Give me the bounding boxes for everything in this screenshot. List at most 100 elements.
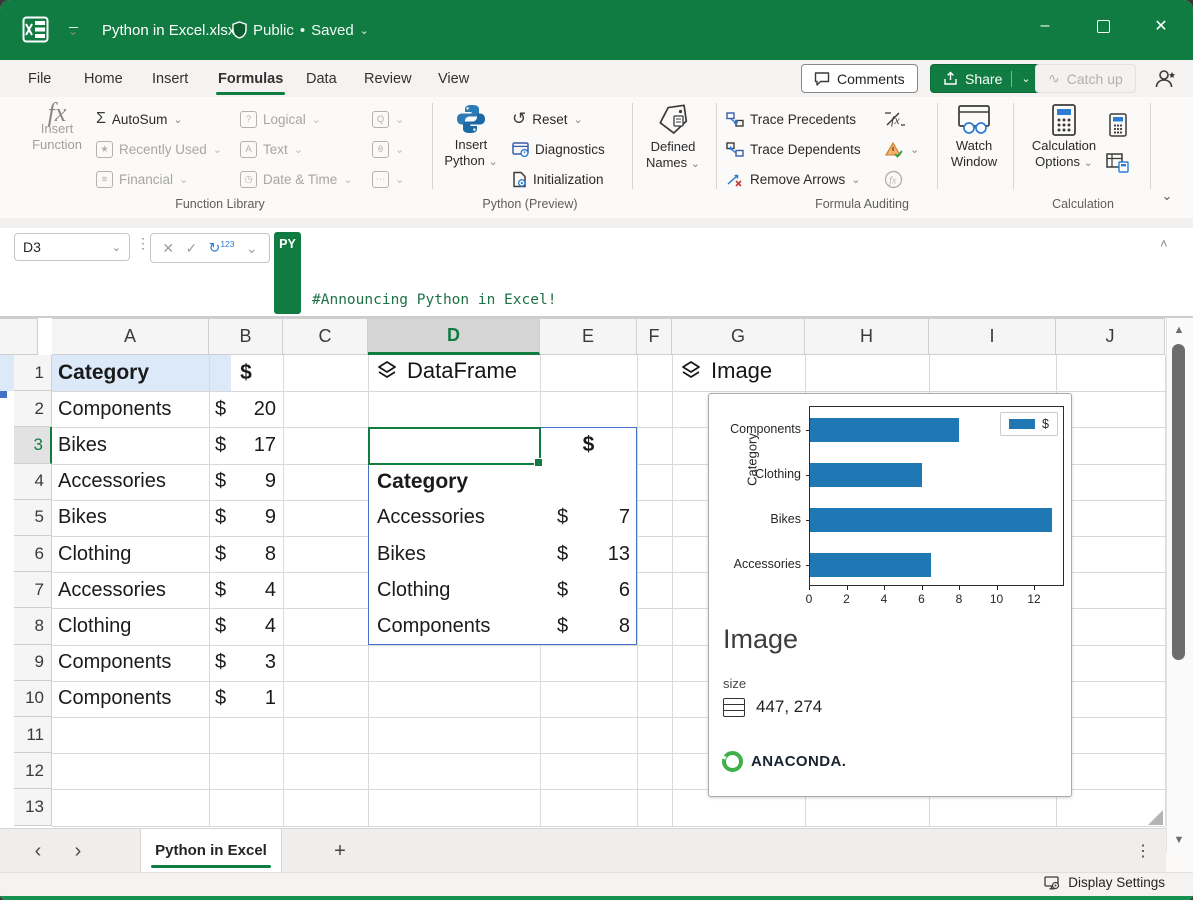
vertical-scrollbar[interactable]: ▲ ▼: [1166, 318, 1190, 852]
maximize-button[interactable]: [1080, 0, 1126, 52]
tab-file[interactable]: File: [24, 60, 55, 97]
share-button[interactable]: Share ⌄: [930, 64, 1044, 93]
image-cell-label[interactable]: Image: [680, 358, 772, 384]
reset-python-button[interactable]: ↺ Reset⌄: [512, 105, 583, 133]
diagnostics-button[interactable]: Diagnostics: [512, 135, 605, 163]
dataframe-col-header[interactable]: $: [540, 427, 637, 463]
close-button[interactable]: ✕: [1138, 0, 1184, 52]
autosum-button[interactable]: Σ AutoSum⌄: [96, 105, 183, 133]
show-formulas-button[interactable]: fx: [884, 105, 906, 133]
row-header-2[interactable]: 2: [14, 391, 52, 427]
remove-arrows-button[interactable]: Remove Arrows⌄: [726, 165, 861, 193]
minimize-button[interactable]: –: [1022, 0, 1068, 52]
row-header-5[interactable]: 5: [14, 500, 52, 536]
column-header-I[interactable]: I: [929, 318, 1056, 355]
chevron-down-icon[interactable]: ⌄: [246, 240, 258, 257]
row-header-7[interactable]: 7: [14, 572, 52, 608]
cell-B2-value[interactable]: 20: [230, 391, 276, 427]
name-box[interactable]: D3 ⌄: [14, 233, 130, 261]
column-header-E[interactable]: E: [540, 318, 637, 355]
dataframe-cell-label[interactable]: DataFrame: [376, 358, 517, 384]
scroll-down-arrow[interactable]: ▼: [1167, 830, 1191, 850]
cell-B5-value[interactable]: 9: [230, 500, 276, 536]
cell-A1[interactable]: Category: [58, 355, 203, 391]
scroll-up-arrow[interactable]: ▲: [1167, 320, 1191, 340]
cell-B1[interactable]: $: [209, 355, 283, 391]
cell-B3-value[interactable]: 17: [230, 427, 276, 463]
tab-insert[interactable]: Insert: [148, 60, 192, 97]
select-all-corner[interactable]: [0, 318, 38, 355]
column-header-D[interactable]: D: [368, 318, 540, 355]
cancel-icon[interactable]: ✕: [162, 240, 174, 257]
defined-names-button[interactable]: Defined ​Names ⌄: [642, 103, 704, 172]
active-cell-D3[interactable]: [368, 427, 541, 464]
range-corner-handle[interactable]: [0, 391, 7, 398]
tab-data[interactable]: Data: [302, 60, 341, 97]
cell-B7-value[interactable]: 4: [230, 572, 276, 608]
column-header-A[interactable]: A: [52, 318, 209, 355]
cell-A8[interactable]: Clothing: [58, 608, 203, 644]
collapse-formula-bar-chevron[interactable]: ˄: [1160, 236, 1168, 251]
row-header-10[interactable]: 10: [14, 681, 52, 717]
dataframe-row-components[interactable]: Components: [377, 608, 537, 644]
column-header-F[interactable]: F: [637, 318, 672, 355]
cell-A5[interactable]: Bikes: [58, 500, 203, 536]
row-header-8[interactable]: 8: [14, 608, 52, 644]
column-header-G[interactable]: G: [672, 318, 805, 355]
dataframe-row-accessories[interactable]: Accessories: [377, 500, 537, 536]
column-header-J[interactable]: J: [1056, 318, 1165, 355]
insert-python-button[interactable]: Insert ​Python ⌄: [440, 103, 502, 170]
add-sheet-button[interactable]: +: [325, 829, 355, 873]
cell-B6-value[interactable]: 8: [230, 536, 276, 572]
row-header-13[interactable]: 13: [14, 789, 52, 825]
display-settings-button[interactable]: Display Settings: [1044, 875, 1165, 890]
column-header-C[interactable]: C: [283, 318, 368, 355]
scrollbar-thumb[interactable]: [1172, 344, 1185, 660]
calculate-sheet-button[interactable]: [1106, 149, 1130, 177]
row-header-11[interactable]: 11: [14, 717, 52, 753]
cell-B10-value[interactable]: 1: [230, 681, 276, 717]
collapse-ribbon-chevron[interactable]: ⌄: [1152, 185, 1182, 207]
sensitivity-save-status[interactable]: Public • Saved ⌄: [232, 0, 369, 60]
fill-handle[interactable]: [534, 458, 543, 467]
calculate-now-button[interactable]: [1108, 111, 1128, 139]
comments-button[interactable]: Comments: [801, 64, 918, 93]
tab-view[interactable]: View: [434, 60, 473, 97]
cell-A6[interactable]: Clothing: [58, 536, 203, 572]
row-header-9[interactable]: 9: [14, 645, 52, 681]
row-header-6[interactable]: 6: [14, 536, 52, 572]
next-sheet-arrow[interactable]: ›: [64, 829, 92, 873]
watch-window-button[interactable]: WatchWindow: [944, 103, 1004, 170]
row-header-1[interactable]: 1: [14, 355, 52, 391]
cell-A4[interactable]: Accessories: [58, 464, 203, 500]
dataframe-row-clothing[interactable]: Clothing: [377, 572, 537, 608]
cell-A9[interactable]: Components: [58, 645, 203, 681]
cell-B9-value[interactable]: 3: [230, 645, 276, 681]
cell-A10[interactable]: Components: [58, 681, 203, 717]
tab-formulas[interactable]: Formulas: [214, 60, 287, 97]
cell-A3[interactable]: Bikes: [58, 427, 203, 463]
quick-access-toolbar-toggle[interactable]: ⌄: [64, 20, 82, 42]
tab-home[interactable]: Home: [80, 60, 127, 97]
cell-A7[interactable]: Accessories: [58, 572, 203, 608]
row-header-3[interactable]: 3: [14, 427, 52, 463]
sheet-tab-python-in-excel[interactable]: Python in Excel: [140, 829, 282, 872]
row-header-4[interactable]: 4: [14, 464, 52, 500]
calculation-options-button[interactable]: Calculation ​Options ⌄: [1022, 103, 1106, 171]
sheet-tab-overflow-menu[interactable]: ⋮: [1128, 829, 1158, 873]
excel-logo-icon[interactable]: [22, 16, 49, 43]
dataframe-row-bikes[interactable]: Bikes: [377, 536, 537, 572]
trace-dependents-button[interactable]: Trace Dependents: [726, 135, 861, 163]
confirm-icon[interactable]: ✓: [185, 240, 197, 257]
previous-sheet-arrow[interactable]: ‹: [24, 829, 52, 873]
column-header-B[interactable]: B: [209, 318, 283, 355]
dataframe-index-header[interactable]: Category: [377, 464, 537, 500]
initialization-button[interactable]: Initialization: [512, 165, 604, 193]
column-header-H[interactable]: H: [805, 318, 929, 355]
cell-B4-value[interactable]: 9: [230, 464, 276, 500]
trace-precedents-button[interactable]: Trace Precedents: [726, 105, 856, 133]
row-header-12[interactable]: 12: [14, 753, 52, 789]
cell-A2[interactable]: Components: [58, 391, 203, 427]
cell-B8-value[interactable]: 4: [230, 608, 276, 644]
people-presence-icon[interactable]: [1148, 65, 1184, 93]
